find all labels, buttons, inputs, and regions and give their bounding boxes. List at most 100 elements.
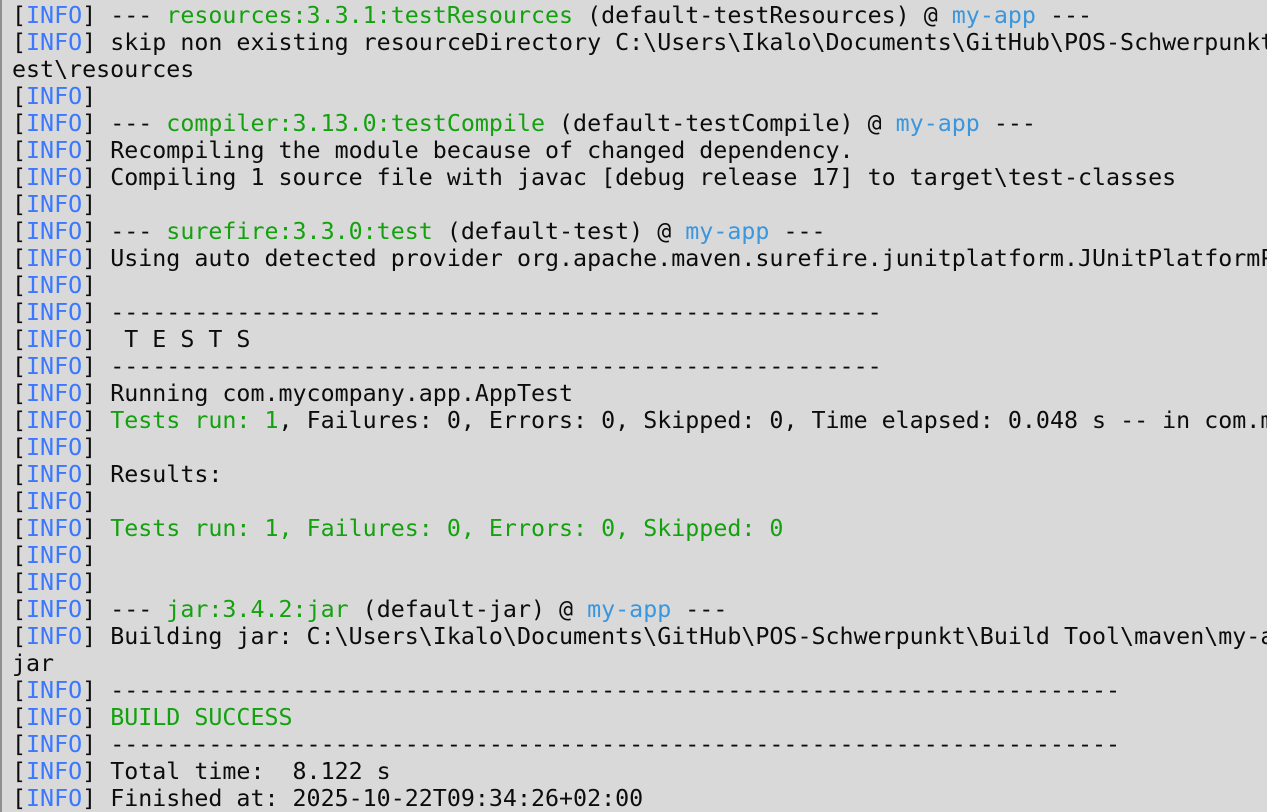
- log-segment: jar:3.4.2:jar: [166, 596, 349, 623]
- log-segment: [: [12, 299, 27, 326]
- log-line: [INFO] --- compiler:3.13.0:testCompile (…: [12, 110, 1267, 137]
- log-segment: ]: [82, 704, 111, 731]
- log-segment: ]: [82, 488, 97, 515]
- log-segment: [: [12, 461, 27, 488]
- log-segment: INFO: [26, 677, 83, 704]
- log-segment: jar: [12, 650, 55, 677]
- log-segment: [: [12, 407, 27, 434]
- log-line: [INFO]: [12, 488, 1267, 515]
- log-line: [INFO] Tests run: 1, Failures: 0, Errors…: [12, 407, 1267, 434]
- log-segment: [: [12, 569, 27, 596]
- log-segment: ]: [82, 83, 97, 110]
- log-segment: [: [12, 785, 27, 812]
- log-segment: (default-test) @: [432, 218, 686, 245]
- log-segment: INFO: [26, 488, 83, 515]
- log-segment: INFO: [26, 542, 83, 569]
- log-segment: ] T E S T S: [82, 326, 251, 353]
- log-segment: ---: [1035, 2, 1093, 29]
- log-line: jar: [12, 650, 1267, 677]
- log-line: [INFO]: [12, 569, 1267, 596]
- log-segment: INFO: [26, 596, 83, 623]
- terminal-output[interactable]: [INFO] --- resources:3.3.1:testResources…: [0, 0, 1267, 812]
- log-segment: [: [12, 2, 27, 29]
- log-segment: INFO: [26, 407, 83, 434]
- log-segment: INFO: [26, 758, 83, 785]
- log-segment: ] Compiling 1 source file with javac [de…: [82, 164, 1177, 191]
- log-segment: ] Using auto detected provider org.apach…: [82, 245, 1267, 272]
- log-line: [INFO] BUILD SUCCESS: [12, 704, 1267, 731]
- log-line: [INFO] --- resources:3.3.1:testResources…: [12, 2, 1267, 29]
- log-segment: [: [12, 29, 27, 56]
- log-segment: [: [12, 191, 27, 218]
- log-segment: INFO: [26, 164, 83, 191]
- log-line: [INFO] T E S T S: [12, 326, 1267, 353]
- log-segment: ]: [82, 272, 97, 299]
- log-segment: [: [12, 218, 27, 245]
- log-segment: ---: [979, 110, 1036, 137]
- log-segment: BUILD SUCCESS: [110, 704, 293, 731]
- log-segment: , Failures: 0, Errors: 0, Skipped: 0, Ti…: [278, 407, 1267, 434]
- log-segment: [: [12, 758, 27, 785]
- log-segment: ---: [769, 218, 826, 245]
- log-segment: ] --------------------------------------…: [82, 731, 1121, 758]
- log-line: [INFO]: [12, 542, 1267, 569]
- log-segment: INFO: [26, 29, 83, 56]
- log-segment: [: [12, 542, 27, 569]
- log-segment: INFO: [26, 326, 83, 353]
- log-segment: [: [12, 434, 27, 461]
- log-segment: my-app: [951, 2, 1036, 29]
- log-segment: [: [12, 272, 27, 299]
- log-line: [INFO]: [12, 191, 1267, 218]
- log-segment: INFO: [26, 353, 83, 380]
- log-segment: (default-testResources) @: [573, 2, 952, 29]
- log-segment: [: [12, 731, 27, 758]
- log-segment: INFO: [26, 785, 83, 812]
- log-segment: ]: [82, 407, 111, 434]
- log-line: [INFO] ---------------------------------…: [12, 731, 1267, 758]
- log-line: [INFO] --- surefire:3.3.0:test (default-…: [12, 218, 1267, 245]
- log-segment: ] Recompiling the module because of chan…: [82, 137, 854, 164]
- log-line: [INFO] Compiling 1 source file with java…: [12, 164, 1267, 191]
- log-segment: ]: [82, 569, 97, 596]
- log-segment: my-app: [895, 110, 980, 137]
- log-line: [INFO]: [12, 272, 1267, 299]
- log-segment: INFO: [26, 704, 83, 731]
- log-segment: ]: [82, 542, 97, 569]
- log-segment: compiler:3.13.0:testCompile: [166, 110, 545, 137]
- log-segment: [: [12, 110, 27, 137]
- log-segment: ] --------------------------------------…: [82, 353, 882, 380]
- log-segment: INFO: [26, 83, 83, 110]
- log-segment: ]: [82, 515, 111, 542]
- log-segment: ] Building jar: C:\Users\Ikalo\Documents…: [82, 623, 1267, 650]
- log-segment: INFO: [26, 245, 83, 272]
- log-segment: [: [12, 164, 27, 191]
- log-segment: ] --------------------------------------…: [82, 677, 1121, 704]
- log-line: [INFO] Total time: 8.122 s: [12, 758, 1267, 785]
- log-segment: (default-testCompile) @: [545, 110, 896, 137]
- log-segment: INFO: [26, 380, 83, 407]
- log-line: [INFO] Running com.mycompany.app.AppTest: [12, 380, 1267, 407]
- log-line: [INFO] ---------------------------------…: [12, 353, 1267, 380]
- log-segment: Tests run: 1: [110, 407, 279, 434]
- log-line: [INFO] Finished at: 2025-10-22T09:34:26+…: [12, 785, 1267, 812]
- log-segment: INFO: [26, 137, 83, 164]
- log-line: [INFO] Tests run: 1, Failures: 0, Errors…: [12, 515, 1267, 542]
- log-segment: INFO: [26, 569, 83, 596]
- log-segment: INFO: [26, 110, 83, 137]
- log-segment: [: [12, 704, 27, 731]
- log-segment: INFO: [26, 191, 83, 218]
- log-segment: [: [12, 353, 27, 380]
- log-segment: ] Results:: [82, 461, 223, 488]
- log-line: [INFO] skip non existing resourceDirecto…: [12, 29, 1267, 56]
- log-line: [INFO]: [12, 434, 1267, 461]
- log-segment: INFO: [26, 731, 83, 758]
- log-segment: INFO: [26, 2, 83, 29]
- log-segment: INFO: [26, 299, 83, 326]
- log-segment: ]: [82, 434, 97, 461]
- log-line: [INFO] Results:: [12, 461, 1267, 488]
- log-segment: [: [12, 245, 27, 272]
- log-segment: ]: [82, 191, 97, 218]
- log-segment: INFO: [26, 218, 83, 245]
- log-segment: INFO: [26, 515, 83, 542]
- log-segment: [: [12, 623, 27, 650]
